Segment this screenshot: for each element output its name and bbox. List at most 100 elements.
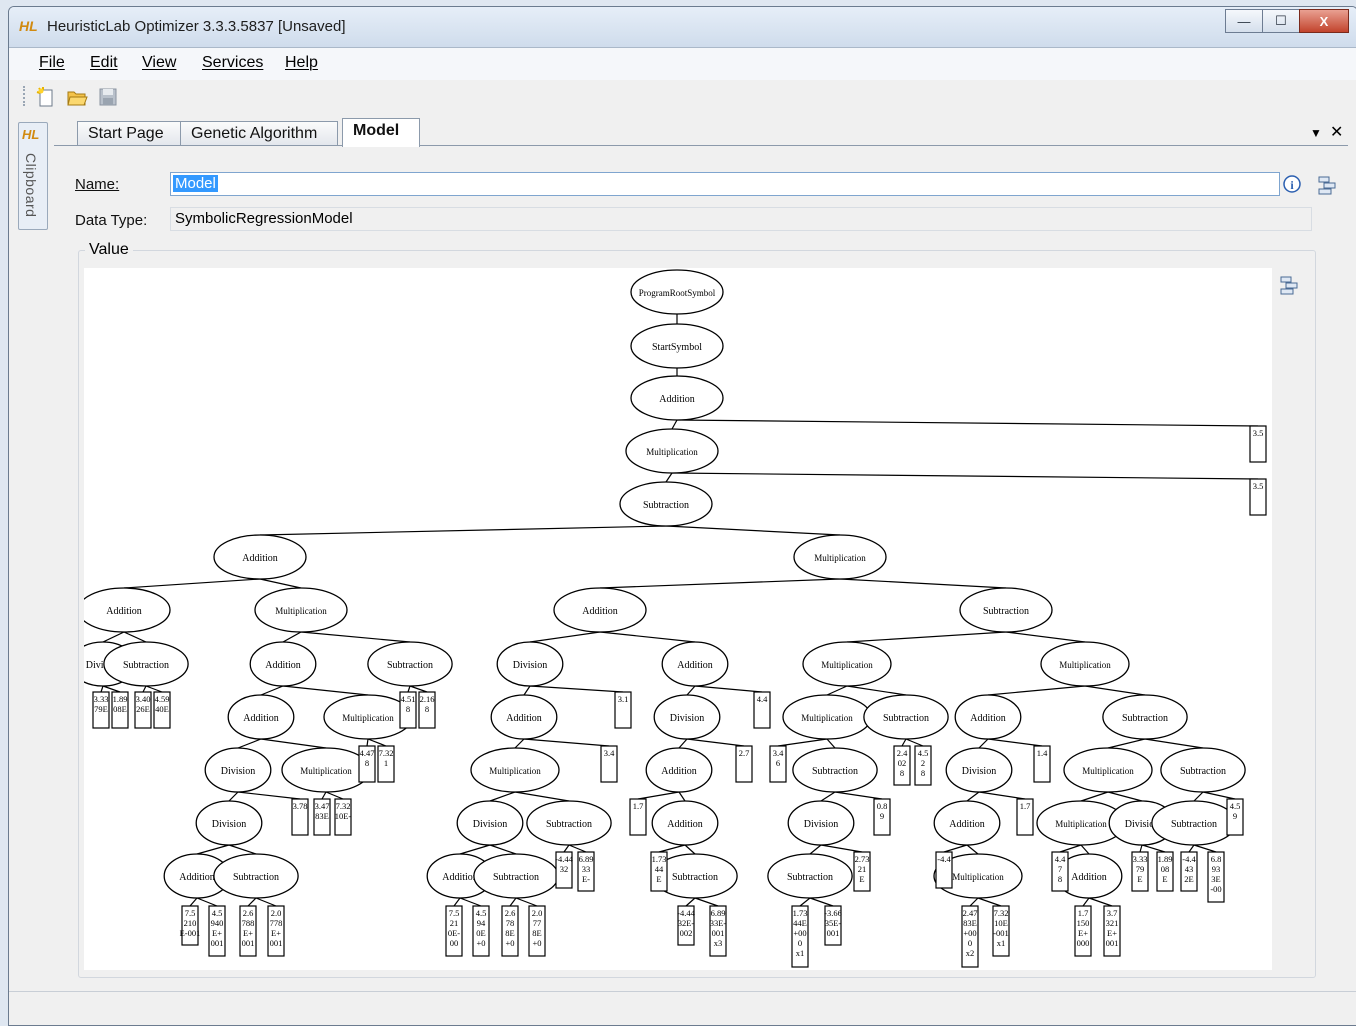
tree-node-A2[interactable]: Multiplication	[254, 587, 348, 633]
tree-node-A2a1a1b[interactable]: Subtraction	[213, 853, 299, 899]
tree-leaf[interactable]: 4.59 40E	[153, 691, 171, 729]
tree-node-B1[interactable]: Addition	[553, 587, 647, 633]
tree-leaf[interactable]: 3.78	[291, 798, 309, 836]
tree-node-B2b1a1[interactable]: Addition	[933, 800, 1001, 846]
tree-leaf[interactable]: 7.32 1	[377, 745, 395, 783]
tree-leaf[interactable]: 3.1	[614, 691, 632, 729]
menu-view[interactable]: View	[142, 54, 176, 72]
tree-node-A2a1[interactable]: Addition	[227, 694, 295, 740]
tab-model[interactable]: Model	[342, 118, 420, 147]
tree-node-root[interactable]: ProgramRootSymbol	[630, 269, 724, 315]
tree-leaf[interactable]: 2.73 21 E	[853, 851, 871, 892]
toolbar-grip[interactable]	[23, 86, 27, 106]
tree-leaf[interactable]: 3.4	[600, 745, 618, 783]
tree-node-A2a1a1[interactable]: Division	[195, 800, 263, 846]
tree-leaf[interactable]: 2.4 02 8	[893, 745, 911, 786]
tree-node-A2a2[interactable]: Multiplication	[323, 694, 413, 740]
tree-leaf[interactable]: 3.47 83E	[313, 798, 331, 836]
tab-close-icon[interactable]: ✕	[1330, 122, 1343, 142]
menu-help[interactable]: Help	[285, 54, 318, 72]
tree-node-B2b[interactable]: Multiplication	[1040, 641, 1130, 687]
tree-node-B2a1a[interactable]: Subtraction	[792, 747, 878, 793]
tab-dropdown-icon[interactable]: ▼	[1310, 126, 1322, 140]
tree-leaf[interactable]: 7.32 10E-	[334, 798, 352, 836]
tree-node-A2b[interactable]: Subtraction	[367, 641, 453, 687]
details-icon[interactable]	[1316, 174, 1338, 196]
minimize-button[interactable]: —	[1225, 9, 1263, 33]
tree-node-B2b2b1[interactable]: Subtraction	[1151, 800, 1237, 846]
tree-node-B1a[interactable]: Division	[496, 641, 564, 687]
tree-node-A2a[interactable]: Addition	[249, 641, 317, 687]
tree-leaf[interactable]: -4.44 32	[555, 851, 574, 889]
tree-node-B1a1a1b[interactable]: Subtraction	[473, 853, 559, 899]
open-folder-icon[interactable]	[66, 86, 88, 108]
tab-genetic-algorithm[interactable]: Genetic Algorithm	[180, 121, 338, 146]
tree-node-B1a1a[interactable]: Multiplication	[470, 747, 560, 793]
tree-leaf[interactable]: 1.7	[629, 798, 647, 836]
tree-node-A[interactable]: Addition	[213, 534, 307, 580]
tree-leaf[interactable]: 2.6 788 E+ 001	[239, 905, 257, 957]
tree-leaf[interactable]: 4.4	[753, 691, 771, 729]
tree-leaf[interactable]: 1.8908E	[1156, 851, 1174, 892]
new-file-icon[interactable]	[35, 86, 57, 108]
maximize-button[interactable]: ☐	[1262, 9, 1300, 33]
title-bar[interactable]: HL HeuristicLab Optimizer 3.3.3.5837 [Un…	[9, 7, 1356, 48]
menu-services[interactable]: Services	[202, 54, 263, 72]
tree-leaf[interactable]: -4.44 32E-002	[677, 905, 696, 946]
tree-details-icon[interactable]	[1278, 274, 1300, 296]
tree-leaf[interactable]: -4.4	[935, 851, 953, 889]
tree-leaf[interactable]: 1.7	[1016, 798, 1034, 836]
tree-leaf[interactable]: 3.5	[1249, 478, 1267, 516]
tree-leaf[interactable]: 4.5 2 8	[914, 745, 932, 786]
tree-node-B1b1a[interactable]: Addition	[645, 747, 713, 793]
tree-node-B2a2[interactable]: Subtraction	[863, 694, 949, 740]
tree-leaf[interactable]: 4.478	[1051, 851, 1069, 892]
tree-node-B1a1a1[interactable]: Division	[456, 800, 524, 846]
close-button[interactable]: X	[1299, 9, 1349, 33]
name-field[interactable]: Model	[170, 172, 1280, 196]
save-icon[interactable]	[97, 86, 119, 108]
tree-leaf[interactable]: 1.73 44 E	[650, 851, 668, 892]
tree-node-B1a1[interactable]: Addition	[490, 694, 558, 740]
tree-leaf[interactable]: -3.66 35E-001	[824, 905, 842, 946]
tree-leaf[interactable]: 4.5 9	[1226, 798, 1244, 836]
tree-node-B1b1a1[interactable]: Addition	[651, 800, 719, 846]
tree-leaf[interactable]: 1.73 44E +00 0 x1	[791, 905, 809, 968]
tree-leaf[interactable]: 7.5 21 0E-00	[445, 905, 463, 957]
tree-leaf[interactable]: 4.51 8	[399, 691, 417, 729]
tree-node-A2a1a[interactable]: Division	[204, 747, 272, 793]
tree-leaf[interactable]: 3.3379E	[1131, 851, 1149, 892]
tree-node-A2a1b[interactable]: Multiplication	[281, 747, 371, 793]
tree-leaf[interactable]: 6.89 33 E-	[577, 851, 595, 892]
clipboard-sidebar-tab[interactable]: HL Clipboard	[18, 122, 48, 230]
tree-leaf[interactable]: 2.7	[735, 745, 753, 783]
tree-leaf[interactable]: 2.0 778 E+ 001	[267, 905, 285, 957]
tree-leaf[interactable]: 1.4	[1033, 745, 1051, 783]
tree-node-start[interactable]: StartSymbol	[630, 323, 724, 369]
tree-node-B1a1a2[interactable]: Subtraction	[526, 800, 612, 846]
tree-node-A1[interactable]: Addition	[77, 587, 171, 633]
tree-leaf[interactable]: 3.5	[1249, 425, 1267, 463]
tree-node-B2b1[interactable]: Addition	[954, 694, 1022, 740]
tree-node-B1b1[interactable]: Division	[653, 694, 721, 740]
tree-leaf[interactable]: 3.40 26E	[134, 691, 152, 729]
tree-leaf[interactable]: 6.8 93 3E -00	[1207, 851, 1225, 903]
tree-node-B2b2[interactable]: Subtraction	[1102, 694, 1188, 740]
tree-leaf[interactable]: 2.16 8	[418, 691, 436, 729]
symbolic-tree[interactable]: ProgramRootSymbol StartSymbol Addition Mult…	[69, 268, 1272, 970]
menu-edit[interactable]: Edit	[90, 54, 118, 72]
tab-start-page[interactable]: Start Page	[77, 121, 195, 146]
tree-node-B2b1a[interactable]: Division	[945, 747, 1013, 793]
tree-leaf[interactable]: 2.47 83E +00 0 x2	[961, 905, 979, 968]
menu-file[interactable]: File	[39, 54, 65, 72]
tree-leaf[interactable]: -4.4 43 2E	[1180, 851, 1198, 892]
tree-leaf[interactable]: 2.6 78 8E +0	[501, 905, 519, 957]
tree-leaf[interactable]: 4.5 94 0E +0	[472, 905, 490, 957]
tree-leaf[interactable]: 1.8908E	[111, 691, 129, 729]
tree-node-B2a1a1a[interactable]: Subtraction	[767, 853, 853, 899]
tree-leaf[interactable]: 6.89 33E-001 x3	[709, 905, 727, 957]
tree-leaf[interactable]: 3.7 321 E+ 001	[1103, 905, 1121, 957]
tree-leaf[interactable]: 0.8 9	[873, 798, 891, 836]
tree-node-B2b2b[interactable]: Subtraction	[1160, 747, 1246, 793]
tree-node-A1b[interactable]: Subtraction	[103, 641, 189, 687]
